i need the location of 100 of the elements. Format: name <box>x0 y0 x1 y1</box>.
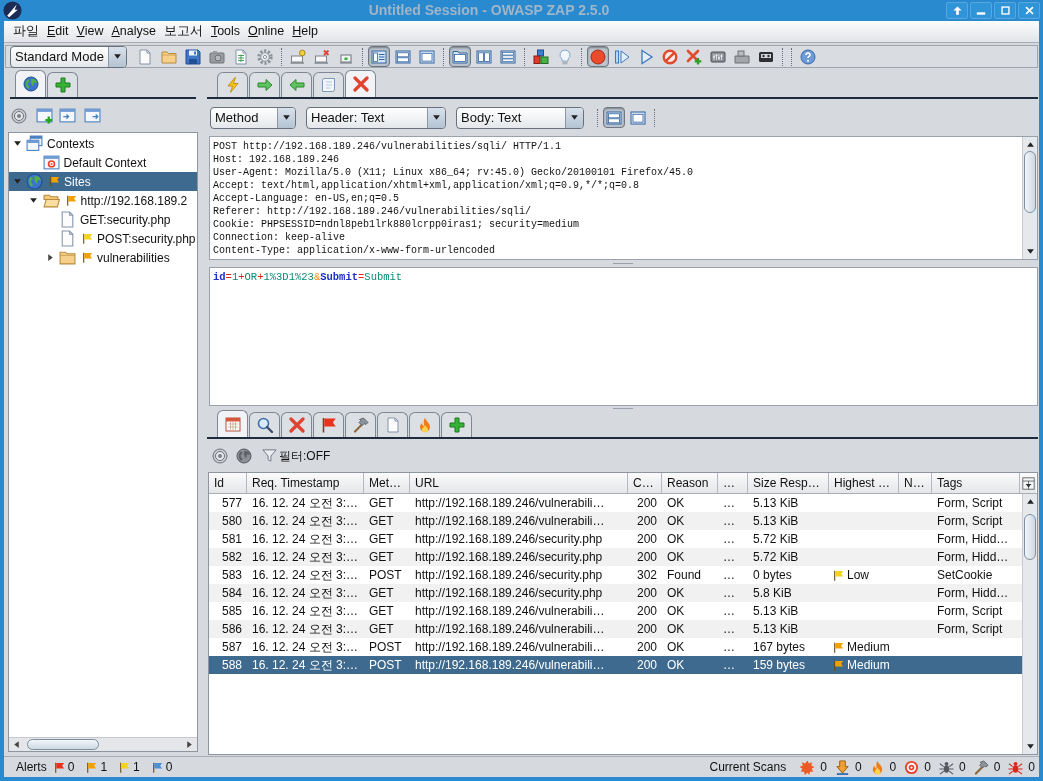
triangle-up-icon[interactable] <box>1025 497 1035 506</box>
triangle-right-icon[interactable] <box>185 740 194 749</box>
vertical-scrollbar[interactable] <box>1022 494 1037 754</box>
tab[interactable] <box>249 412 280 437</box>
menu-item[interactable]: Tools <box>206 22 245 41</box>
search-icon <box>256 417 273 433</box>
tab[interactable] <box>345 70 376 97</box>
menu-item[interactable]: View <box>72 22 108 41</box>
layout-button[interactable] <box>368 46 390 67</box>
globe-icon <box>22 76 39 92</box>
request-body-area[interactable]: id=1+OR+1%3D1%23&Submit=Submit <box>209 267 1038 406</box>
table-cell-text: 159 bytes <box>753 657 806 674</box>
column-header[interactable]: Req. Timestamp <box>247 473 364 493</box>
table-cell-text: GET <box>369 495 394 512</box>
layout-button[interactable] <box>449 46 471 67</box>
window-plus-icon[interactable] <box>36 107 53 124</box>
menu-item[interactable]: Analyse <box>107 22 160 41</box>
column-header[interactable]: Reason <box>662 473 718 493</box>
maximize-button[interactable] <box>994 2 1016 19</box>
method-dropdown[interactable]: Method <box>210 106 296 129</box>
header-view-dropdown[interactable]: Header: Text <box>306 106 446 129</box>
triangle-left-icon[interactable] <box>12 740 21 749</box>
column-header[interactable]: Met… <box>364 473 410 493</box>
tab[interactable] <box>281 72 312 97</box>
request-header-area[interactable] <box>209 136 1038 260</box>
menu-item[interactable]: 파일 <box>9 22 43 41</box>
tab[interactable] <box>409 412 440 437</box>
scrollbar-thumb[interactable] <box>1024 151 1036 213</box>
triangle-down-icon[interactable] <box>1025 742 1035 751</box>
tab[interactable] <box>217 72 248 97</box>
target-window-icon <box>42 154 60 171</box>
tab[interactable] <box>217 410 248 437</box>
close-button[interactable] <box>1018 2 1040 19</box>
layout-icon <box>452 48 468 65</box>
tab[interactable] <box>47 72 78 97</box>
tab[interactable] <box>313 412 344 437</box>
column-header[interactable]: Tags <box>932 473 1020 493</box>
table-row[interactable]: 588 16. 12. 24 오전 3:… POST http://192.168.189.246/vulnerabili… 200 OK … 159 bytes Medium <box>209 656 1022 674</box>
menu-item[interactable]: Online <box>244 22 289 41</box>
menu-item[interactable]: Edit <box>43 22 73 41</box>
body-view-dropdown[interactable]: Body: Text <box>456 106 584 129</box>
triangle-down-icon[interactable] <box>1025 247 1035 256</box>
tree-row[interactable]: Default Context <box>9 153 197 172</box>
caret-down-icon[interactable] <box>29 196 38 205</box>
table-row[interactable]: 582 16. 12. 24 오전 3:… GET http://192.168.189.246/security.php 200 OK … 5.72 KiB Form, Hidd… <box>209 548 1022 566</box>
column-header[interactable]: Size Resp… <box>748 473 829 493</box>
record-button[interactable] <box>587 46 609 67</box>
tree-row[interactable]: vulnerabilities <box>9 248 197 267</box>
menu-item[interactable]: 보고서 <box>159 22 207 41</box>
tab[interactable] <box>345 412 376 437</box>
column-header[interactable]: … <box>718 473 748 493</box>
column-header[interactable]: N… <box>899 473 932 493</box>
tab[interactable] <box>281 412 312 437</box>
tab[interactable] <box>313 72 344 97</box>
tree-row[interactable]: http://192.168.189.2 <box>9 191 197 210</box>
globe-icon[interactable] <box>236 447 252 464</box>
blocks-button[interactable] <box>530 46 552 67</box>
tab[interactable] <box>377 412 408 437</box>
table-row[interactable]: 586 16. 12. 24 오전 3:… GET http://192.168.189.246/vulnerabili… 200 OK … 5.13 KiB Form, Script <box>209 620 1022 638</box>
settings-button[interactable] <box>254 46 276 67</box>
table-cell-text: … <box>723 513 735 530</box>
horizontal-scrollbar[interactable] <box>9 737 197 751</box>
table-row[interactable]: 580 16. 12. 24 오전 3:… GET http://192.168.189.246/vulnerabili… 200 OK … 5.13 KiB Form, Script <box>209 512 1022 530</box>
table-cell-text: http://192.168.189.246/security.php <box>415 549 603 566</box>
spreadsheet-icon <box>233 48 249 65</box>
filter-status[interactable]: 필터:OFF <box>279 446 331 465</box>
menu-item[interactable]: Help <box>288 22 322 41</box>
table-cell-text: http://192.168.189.246/vulnerabili… <box>415 495 605 512</box>
tab[interactable] <box>441 412 472 437</box>
tree-row[interactable]: Contexts <box>9 134 197 153</box>
scrollbar-thumb[interactable] <box>1024 514 1036 560</box>
caret-down-icon[interactable] <box>12 139 22 148</box>
minimize-button[interactable] <box>970 2 992 19</box>
target-icon[interactable] <box>212 447 228 464</box>
tab[interactable] <box>15 70 46 97</box>
tab[interactable] <box>249 72 280 97</box>
vertical-scrollbar[interactable] <box>1022 137 1037 259</box>
column-header[interactable]: Id <box>209 473 247 493</box>
scrollbar-thumb[interactable] <box>27 739 99 750</box>
layout-button[interactable] <box>603 107 625 128</box>
table-cell-text: GET <box>369 603 394 620</box>
roll-up-button[interactable] <box>946 2 968 19</box>
filter-icon[interactable] <box>262 448 277 463</box>
triangle-up-icon[interactable] <box>1025 140 1035 149</box>
help-button[interactable] <box>797 46 819 67</box>
mode-dropdown[interactable]: Standard Mode <box>10 45 127 68</box>
tree-row[interactable]: GET:security.php <box>9 210 197 229</box>
column-header[interactable]: URL <box>410 473 628 493</box>
column-header[interactable]: C… <box>628 473 662 493</box>
table-row[interactable]: 584 16. 12. 24 오전 3:… GET http://192.168.189.246/security.php 200 OK … 5.8 KiB Form, Hidd… <box>209 584 1022 602</box>
column-control-button[interactable] <box>1020 473 1036 493</box>
caret-right-icon[interactable] <box>45 253 55 262</box>
column-header[interactable]: Highest … <box>829 473 899 493</box>
layout-icon <box>630 109 646 126</box>
table-cell-text: 587 <box>221 639 242 656</box>
spider-icon <box>938 759 954 775</box>
floppy-disk-button[interactable] <box>182 46 204 67</box>
target-icon[interactable] <box>11 107 27 124</box>
tree-row[interactable]: POST:security.php <box>9 229 197 248</box>
tree-row[interactable]: Sites <box>9 172 197 191</box>
